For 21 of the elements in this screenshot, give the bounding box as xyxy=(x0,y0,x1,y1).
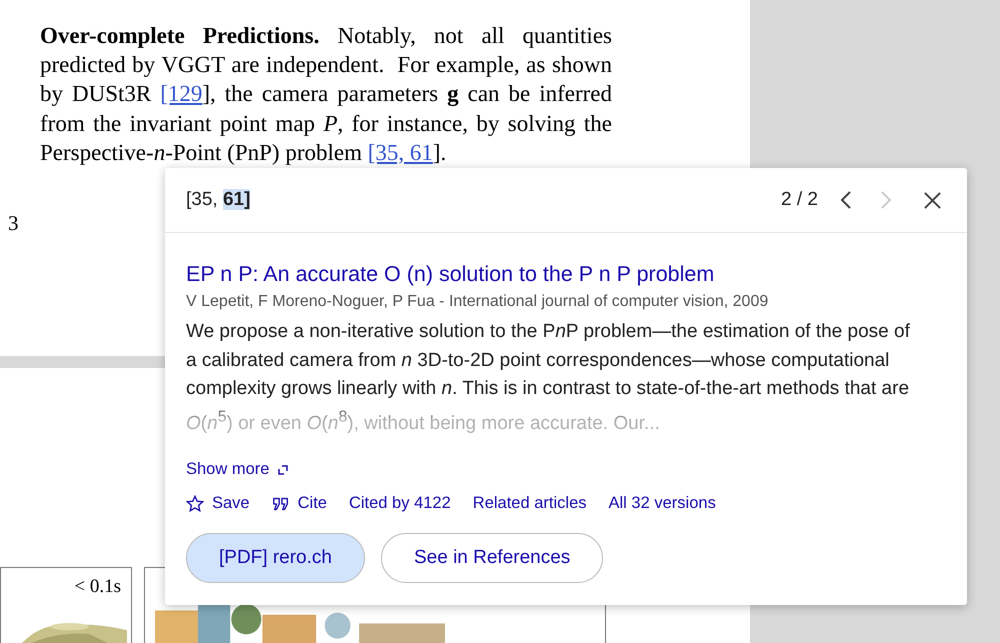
page-counter: 2 / 2 xyxy=(781,189,818,211)
paragraph: Over-complete Predictions. Notably, not all quantities predicted by VGGT are independent. For example, as shown by DUSt3R [129], the camera parameters g can be inferred from the invariant point map P, for instance, by solving the Perspective-n-Point (PnP) problem [35, 61]. xyxy=(39,22,612,167)
action-link[interactable]: Related articles xyxy=(472,494,587,514)
abstract-text: We propose a non-iterative solution to the PnP problem—the estimation of the pose of a calibrated camera from n 3D-to-2D point correspondences—whose computational complexity grows linearly with n. This is in contrast to state-of-the-art methods that are O(n$^{5}$) or even O(n$^{8}$), without being more accurate. Our... xyxy=(186,320,911,436)
citation-link[interactable]: [35, 61 xyxy=(368,140,433,165)
close-icon[interactable] xyxy=(924,192,941,208)
cite-link[interactable]: Cite xyxy=(272,494,327,514)
save-link[interactable]: Save xyxy=(186,494,250,514)
show-more-link[interactable]: Show more xyxy=(186,460,288,480)
article-title-link[interactable]: EP n P: An accurate O (n) solution to the P n P problem xyxy=(186,260,714,288)
action-link[interactable]: All 32 versions xyxy=(608,494,716,514)
pdf-button[interactable]: [PDF] rero.ch xyxy=(186,533,365,584)
citation-link[interactable]: [129 xyxy=(160,81,202,106)
references-button[interactable]: See in References xyxy=(380,533,604,584)
time-label: < 0.1s xyxy=(74,575,122,598)
action-link[interactable]: Cited by 4122 xyxy=(348,494,451,514)
authors-line: V Lepetit, F Moreno-Noguer, P Fua - International journal of computer vision, 2009 xyxy=(186,292,768,312)
citation-label: [35, 61] xyxy=(186,189,250,211)
star-icon xyxy=(186,494,204,513)
page-number: 3 xyxy=(8,211,18,236)
expand-icon xyxy=(278,464,288,475)
